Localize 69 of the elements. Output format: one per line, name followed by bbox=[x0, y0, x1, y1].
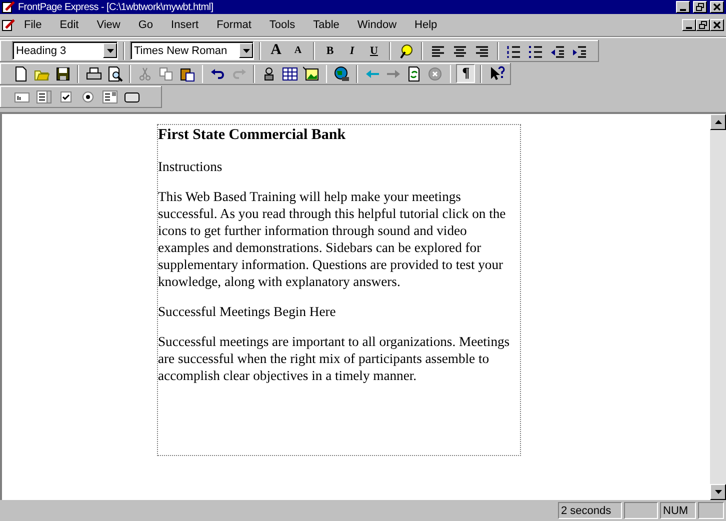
increase-font-size-button[interactable]: A bbox=[266, 41, 286, 60]
document-close-button[interactable] bbox=[710, 19, 724, 31]
scroll-down-button[interactable] bbox=[710, 484, 726, 500]
print-icon bbox=[86, 66, 102, 82]
menu-item[interactable]: Tools bbox=[260, 19, 304, 31]
status-message: 2 seconds bbox=[558, 502, 622, 519]
highlighter-icon bbox=[398, 42, 414, 58]
menu-item[interactable]: Window bbox=[348, 19, 406, 31]
paragraph: Successful meetings are important to all organizations. Meetings are successful when the right mix of participants assemble to accomplish clear objectives in a timely manner. bbox=[158, 333, 511, 384]
status-pane bbox=[624, 502, 658, 519]
app-icon bbox=[2, 1, 15, 13]
document-minimize-button[interactable] bbox=[682, 19, 696, 31]
new-page-icon bbox=[13, 66, 30, 82]
table-icon bbox=[282, 66, 298, 82]
close-icon bbox=[713, 3, 721, 11]
close-button[interactable] bbox=[710, 1, 724, 13]
refresh-icon bbox=[406, 66, 422, 82]
down-arrow-icon bbox=[714, 490, 722, 494]
document-restore-button[interactable] bbox=[696, 19, 710, 31]
menu-item[interactable]: View bbox=[88, 19, 130, 31]
font-dropdown[interactable]: Times New Roman bbox=[130, 41, 254, 60]
paste-icon bbox=[179, 66, 196, 82]
paragraph: Instructions bbox=[158, 158, 224, 175]
scrollbar[interactable] bbox=[710, 114, 726, 500]
underline-button[interactable]: U bbox=[364, 41, 384, 60]
minimize-button[interactable] bbox=[676, 1, 690, 13]
menu-item[interactable]: Table bbox=[304, 19, 348, 31]
image-button[interactable] bbox=[302, 64, 321, 83]
paragraph: This Web Based Training will help make your meetings successful. As you read through this helpful tutorial click on the icons to get further information through sound and video examples and demonstrations. Sidebars can be explored for supplementary information. Questions are provided to test your knowledge, along with explanatory answers. bbox=[158, 188, 507, 290]
image-icon bbox=[303, 66, 320, 82]
dropdown-menu-icon bbox=[102, 88, 118, 104]
menu-item[interactable]: Edit bbox=[50, 19, 88, 31]
num-lock-indicator: NUM bbox=[660, 502, 696, 519]
menu-item[interactable]: Help bbox=[406, 19, 446, 31]
window-title: FrontPage Express - [C:\1wbtwork\mywbt.html] bbox=[18, 2, 214, 12]
help-pointer-icon bbox=[488, 66, 505, 82]
print-preview-icon bbox=[106, 66, 123, 82]
italic-button[interactable]: I bbox=[342, 41, 362, 60]
dropdown-button[interactable] bbox=[103, 43, 117, 58]
scroll-up-button[interactable] bbox=[710, 114, 726, 130]
restore-icon bbox=[699, 21, 707, 29]
menu-item[interactable]: File bbox=[15, 19, 51, 31]
bold-button[interactable]: B bbox=[320, 41, 340, 60]
close-icon bbox=[713, 21, 721, 29]
menu-item[interactable]: Go bbox=[129, 19, 162, 31]
globe-button[interactable] bbox=[332, 64, 352, 83]
copy-icon bbox=[158, 66, 174, 82]
menu-item[interactable]: Insert bbox=[162, 19, 208, 31]
menu-item[interactable]: Format bbox=[208, 19, 260, 31]
save-icon bbox=[55, 66, 72, 82]
paragraph: Successful Meetings Begin Here bbox=[158, 303, 337, 320]
cut-icon bbox=[137, 66, 154, 82]
checkbox-icon bbox=[58, 88, 74, 104]
status-pane bbox=[698, 502, 724, 519]
stop-icon bbox=[427, 66, 444, 82]
up-arrow-icon bbox=[714, 120, 722, 124]
caret-icon bbox=[106, 48, 114, 52]
dropdown-button[interactable] bbox=[239, 43, 253, 58]
decrease-font-size-button[interactable]: A bbox=[288, 41, 308, 60]
show-formatting-button[interactable]: ¶ bbox=[456, 64, 476, 83]
page-heading: First State Commercial Bank bbox=[158, 126, 347, 145]
app-icon bbox=[2, 19, 15, 31]
scrolling-text-box-icon bbox=[36, 88, 52, 104]
globe-icon bbox=[334, 66, 350, 82]
radio-button-icon bbox=[80, 88, 96, 104]
restore-icon bbox=[696, 3, 704, 11]
restore-button[interactable] bbox=[693, 1, 707, 13]
paragraph-style-dropdown[interactable]: Heading 3 bbox=[12, 41, 118, 60]
caret-icon bbox=[242, 48, 250, 52]
